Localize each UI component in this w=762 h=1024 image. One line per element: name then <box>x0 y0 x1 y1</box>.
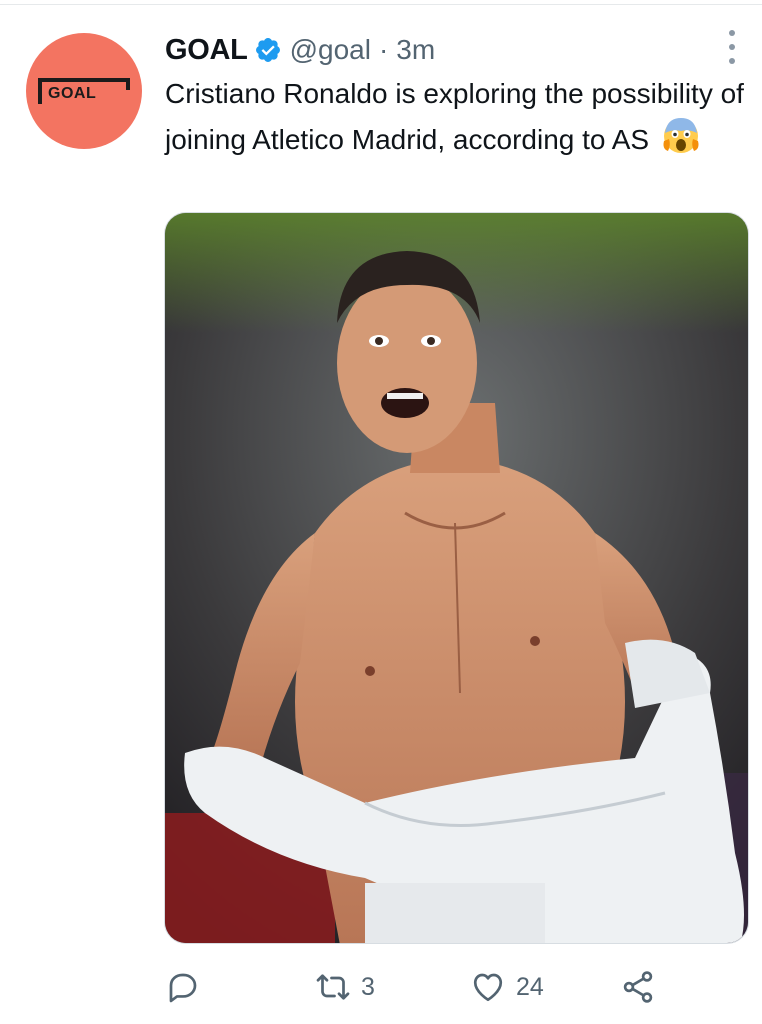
retweet-icon <box>316 974 350 1000</box>
heart-icon <box>473 973 503 1002</box>
share-button[interactable] <box>620 965 656 1009</box>
like-count: 24 <box>516 972 544 1001</box>
photo-illustration <box>165 213 748 943</box>
top-divider <box>0 4 762 5</box>
reply-button[interactable] <box>165 965 201 1009</box>
tweet-text: Cristiano Ronaldo is exploring the possi… <box>165 72 745 167</box>
avatar-logo-text: GOAL <box>48 85 97 102</box>
avatar[interactable]: GOAL <box>26 33 142 149</box>
screaming-face-emoji <box>661 115 701 167</box>
retweet-count: 3 <box>361 972 375 1001</box>
timestamp[interactable]: 3m <box>396 34 435 66</box>
author-name[interactable]: GOAL <box>165 34 248 67</box>
verified-badge-icon <box>255 38 280 62</box>
goal-logo: GOAL <box>38 78 130 104</box>
tweet-body: Cristiano Ronaldo is exploring the possi… <box>165 78 744 155</box>
reply-icon <box>169 973 197 1003</box>
separator-dot: · <box>378 34 389 65</box>
retweet-button[interactable]: 3 <box>315 965 375 1009</box>
share-icon <box>623 971 653 1003</box>
tweet-page: GOAL GOAL @goal · 3m Cristiano Ronaldo i… <box>0 0 762 1024</box>
tweet-photo[interactable] <box>164 212 749 944</box>
like-button[interactable]: 24 <box>470 965 544 1009</box>
author-handle[interactable]: @goal <box>290 34 371 66</box>
tweet-header: GOAL @goal · 3m <box>165 30 435 70</box>
tweet-actions: 3 24 <box>165 965 685 1009</box>
more-options-icon[interactable] <box>724 30 740 64</box>
